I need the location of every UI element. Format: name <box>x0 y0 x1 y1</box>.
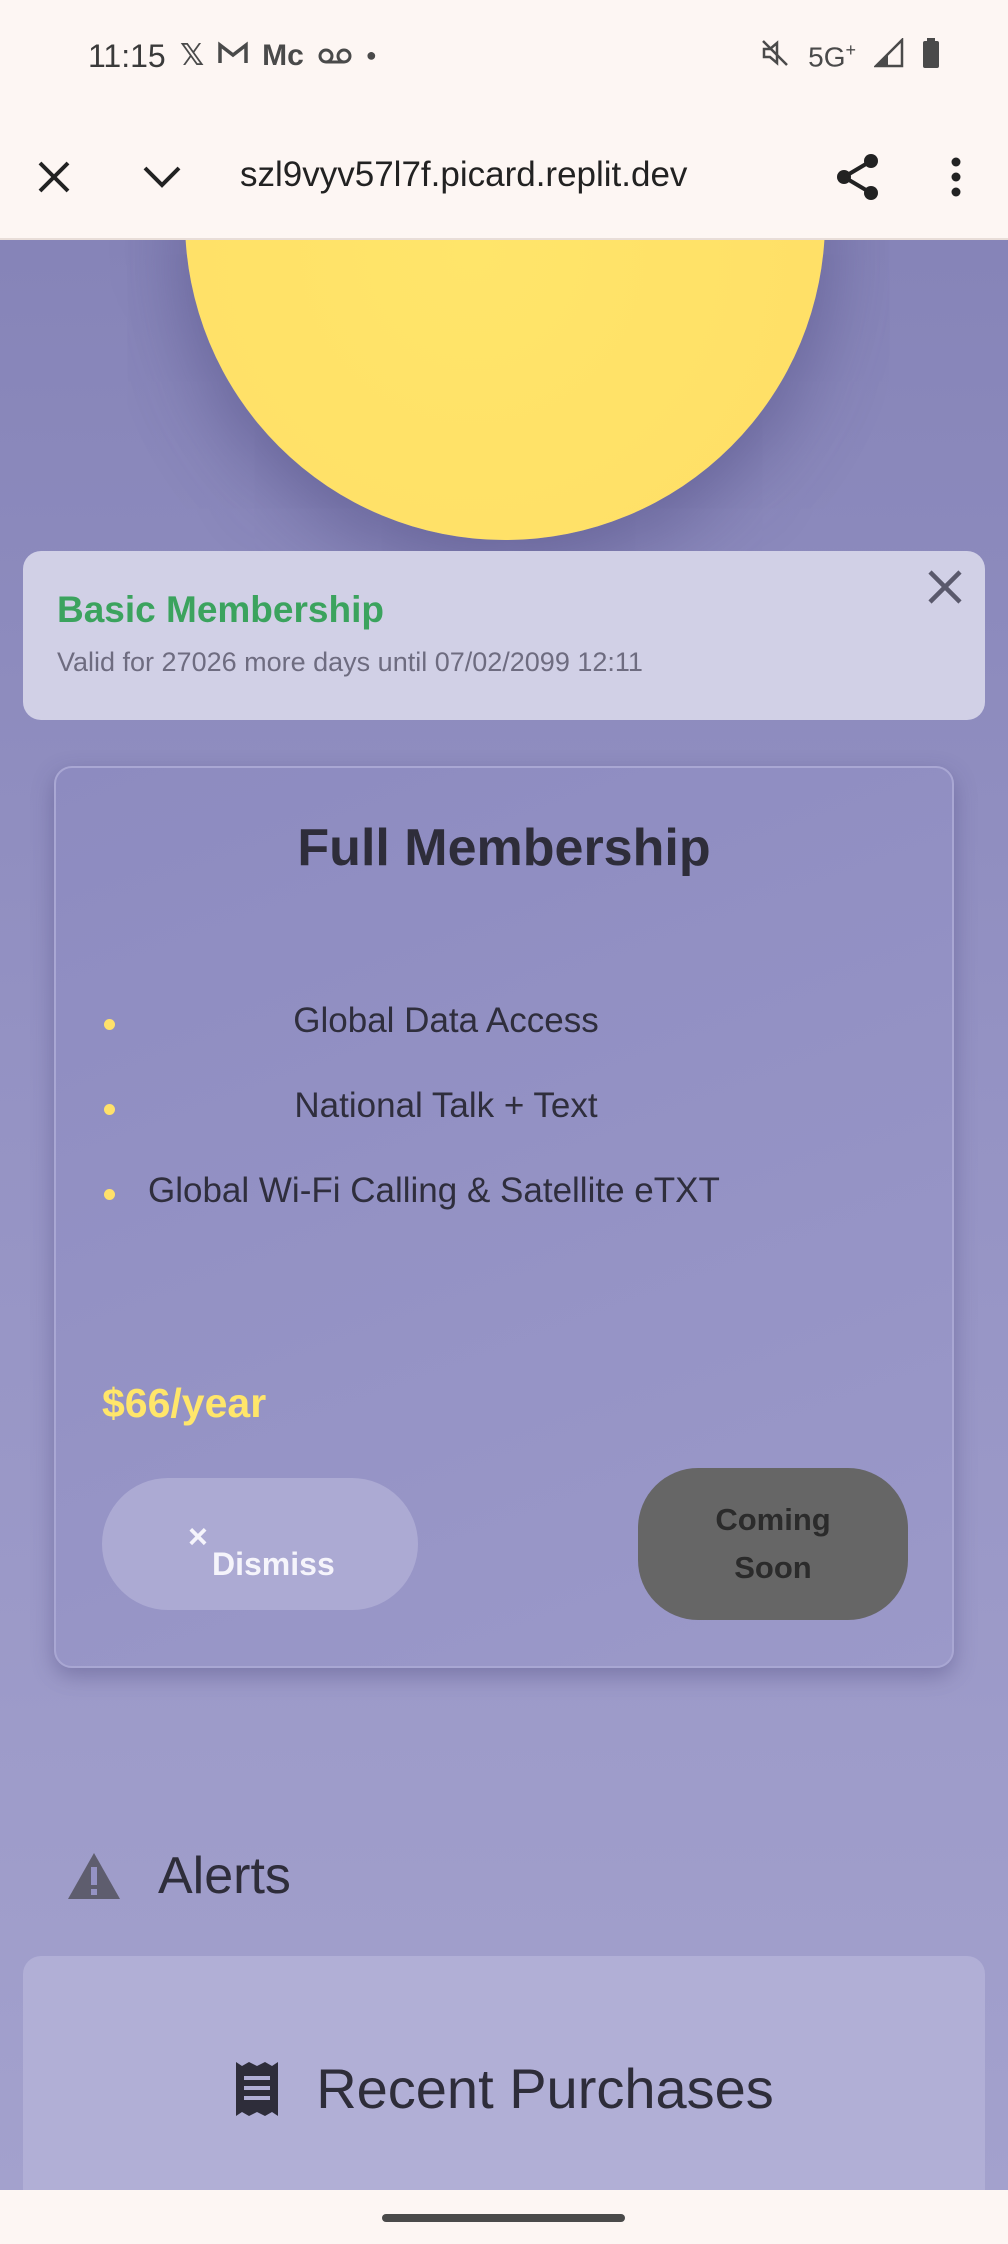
close-icon <box>928 570 962 604</box>
more-options-button[interactable] <box>924 145 988 209</box>
alerts-label: Alerts <box>158 1847 291 1905</box>
bullet-icon <box>104 1189 115 1200</box>
gmail-icon <box>218 39 248 73</box>
url-text[interactable]: szl9vyv57l7f.picard.replit.dev <box>240 155 740 195</box>
chevron-down-icon <box>143 166 181 188</box>
mute-icon <box>760 38 790 75</box>
feature-text: National Talk + Text <box>294 1086 598 1125</box>
recent-purchases-heading: Recent Purchases <box>23 2056 985 2121</box>
minimize-button[interactable] <box>130 145 194 209</box>
list-item: Global Wi-Fi Calling & Satellite eTXT <box>56 1163 952 1248</box>
price-label: $66/year <box>102 1380 267 1426</box>
battery-icon <box>922 38 940 75</box>
dismiss-label: Dismiss <box>212 1546 335 1582</box>
x-icon: 𝕏 <box>180 39 205 72</box>
list-item: National Talk + Text <box>56 1078 952 1163</box>
feature-text: Global Wi-Fi Calling & Satellite eTXT <box>148 1171 720 1210</box>
bullet-icon <box>104 1104 115 1115</box>
main-content: Basic Membership Valid for 27026 more da… <box>0 240 1008 2190</box>
close-banner-button[interactable] <box>917 559 973 615</box>
share-button[interactable] <box>826 145 890 209</box>
basic-membership-validity: Valid for 27026 more days until 07/02/20… <box>57 647 643 677</box>
feature-list: Global Data Access National Talk + Text … <box>56 993 952 1248</box>
feature-text: Global Data Access <box>293 1001 599 1040</box>
receipt-icon <box>236 2061 279 2116</box>
basic-membership-title: Basic Membership <box>57 589 384 630</box>
share-icon <box>837 154 878 200</box>
alerts-heading: Alerts <box>66 1846 291 1906</box>
basic-membership-banner: Basic Membership Valid for 27026 more da… <box>23 551 985 720</box>
warning-icon <box>68 1853 120 1899</box>
close-icon: × <box>188 1518 208 1556</box>
navigation-bar <box>0 2190 1008 2244</box>
voicemail-icon <box>318 39 352 73</box>
notification-icons: 𝕏 Mc ● <box>180 38 377 73</box>
sun-decoration <box>185 240 825 540</box>
system-icons: 5G+ <box>760 36 940 75</box>
recent-purchases-label: Recent Purchases <box>316 2057 774 2120</box>
more-vert-icon <box>951 157 961 197</box>
home-gesture-handle[interactable] <box>382 2214 625 2222</box>
recent-purchases-card: Recent Purchases <box>23 1956 985 2190</box>
dot-icon: ● <box>365 45 377 65</box>
close-icon <box>38 161 70 193</box>
list-item: Global Data Access <box>56 993 952 1078</box>
browser-toolbar: szl9vyv57l7f.picard.replit.dev <box>0 115 1008 240</box>
coming-soon-button[interactable]: Coming Soon <box>638 1468 908 1620</box>
status-time: 11:15 <box>88 38 166 74</box>
mc-icon: Mc <box>262 38 304 72</box>
signal-icon <box>872 36 904 75</box>
status-bar: 11:15 𝕏 Mc ● 5G+ <box>0 0 1008 115</box>
network-label: 5G+ <box>808 39 856 73</box>
full-membership-title: Full Membership <box>297 819 711 877</box>
full-membership-card: Full Membership Global Data Access Natio… <box>54 766 954 1668</box>
bullet-icon <box>104 1019 115 1030</box>
dismiss-button[interactable]: × Dismiss <box>102 1478 418 1610</box>
close-tab-button[interactable] <box>22 145 86 209</box>
coming-soon-label: Coming Soon <box>715 1502 831 1585</box>
